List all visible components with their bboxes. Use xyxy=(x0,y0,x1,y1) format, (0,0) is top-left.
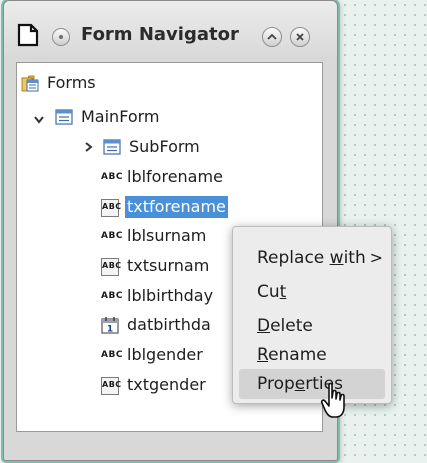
date-field-icon: 1 xyxy=(101,317,119,335)
tree-node-label: lblbirthday xyxy=(127,286,214,305)
hand-pointer-icon xyxy=(320,382,345,418)
tree-node-label: lblsurnam xyxy=(127,226,207,245)
close-button[interactable] xyxy=(290,27,310,47)
window-title: Form Navigator xyxy=(81,24,239,45)
tree-node-label: txtforename xyxy=(125,196,228,218)
forms-folder-icon xyxy=(21,75,39,92)
document-app-icon xyxy=(17,23,39,47)
context-menu: Replace with > Cut Delete Rename Properti… xyxy=(232,226,392,404)
submenu-arrow-icon: > xyxy=(369,248,383,267)
tree-node-label: MainForm xyxy=(81,107,160,126)
textbox-control-icon: ABC xyxy=(101,377,121,395)
title-bar[interactable]: Form Navigator xyxy=(4,1,337,57)
textbox-control-icon: ABC xyxy=(101,258,121,276)
menu-item-rename[interactable]: Rename xyxy=(239,340,385,370)
label-control-icon: ABC xyxy=(101,172,123,182)
date-icon-digit: 1 xyxy=(107,325,113,335)
menu-item-properties[interactable]: Properties xyxy=(239,369,385,399)
menu-item-text: Rename xyxy=(257,345,327,365)
menu-item-text: Delete xyxy=(257,316,313,336)
shade-button[interactable] xyxy=(262,27,282,47)
window-menu-button[interactable] xyxy=(52,28,70,46)
close-icon xyxy=(296,33,304,41)
tree-node-label: lblforename xyxy=(127,167,223,186)
chevron-up-icon xyxy=(267,33,277,40)
label-control-icon: ABC xyxy=(101,231,123,241)
tree-node-label: txtsurnam xyxy=(127,256,210,275)
tree-node-label: txtgender xyxy=(127,375,206,394)
tree-node-label: datbirthda xyxy=(127,315,211,334)
label-control-icon: ABC xyxy=(101,350,123,360)
tree-node-label: SubForm xyxy=(129,137,200,156)
menu-item-text: Cut xyxy=(257,282,287,302)
form-icon xyxy=(103,139,121,155)
menu-item-delete[interactable]: Delete xyxy=(239,311,385,341)
tree-node-label: lblgender xyxy=(127,345,203,364)
textbox-control-icon: ABC xyxy=(101,199,121,217)
form-icon xyxy=(55,109,73,125)
chevron-down-icon[interactable] xyxy=(33,114,45,126)
menu-item-replace-with[interactable]: Replace with > xyxy=(239,243,385,273)
menu-item-text: Replace with xyxy=(257,248,366,268)
label-control-icon: ABC xyxy=(101,291,123,301)
chevron-right-icon[interactable] xyxy=(83,141,95,153)
menu-item-cut[interactable]: Cut xyxy=(239,277,385,307)
tree-node-label: Forms xyxy=(47,73,96,92)
